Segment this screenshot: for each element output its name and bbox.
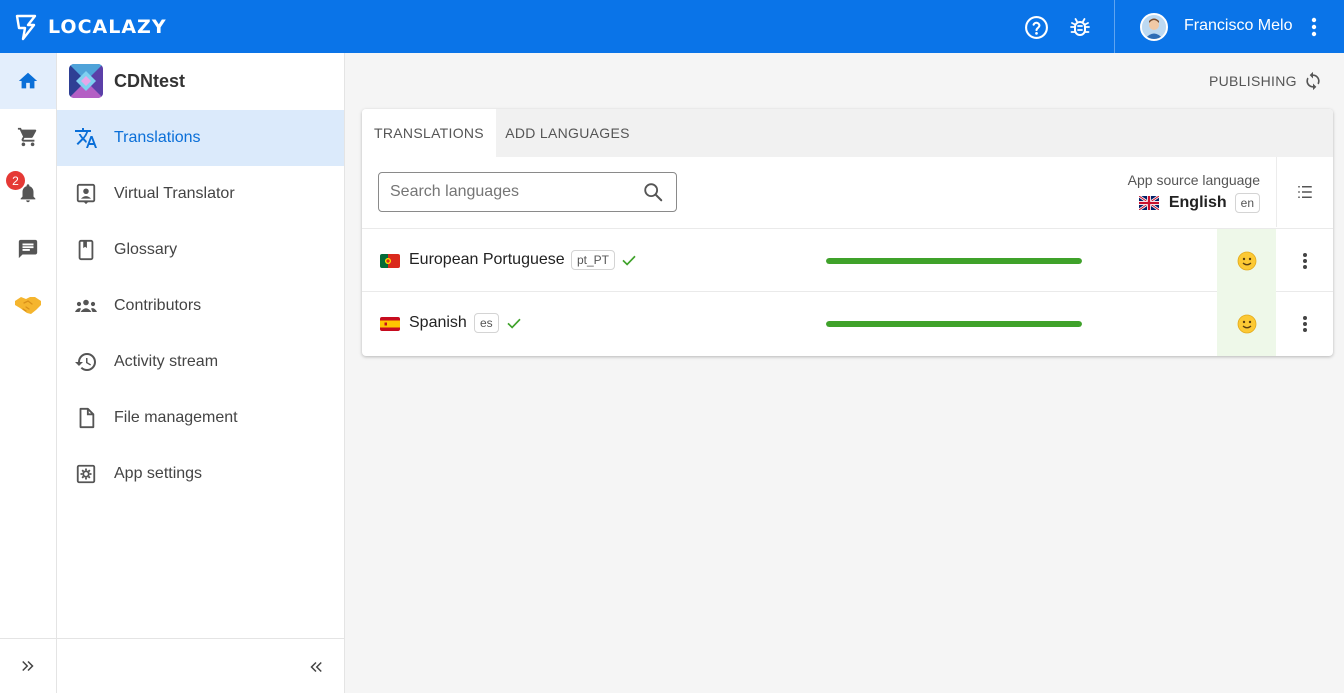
app-header[interactable]: CDNtest bbox=[57, 53, 344, 109]
spain-flag-icon bbox=[380, 317, 400, 331]
search-input[interactable] bbox=[390, 183, 640, 201]
home-icon bbox=[18, 72, 38, 89]
status-cell bbox=[1217, 229, 1276, 293]
virtual-translator-icon bbox=[74, 182, 98, 206]
settings-icon bbox=[74, 462, 98, 486]
app-name: CDNtest bbox=[114, 70, 186, 91]
collapse-nav-button[interactable] bbox=[304, 655, 328, 679]
uk-flag-icon bbox=[1138, 196, 1159, 210]
rail-notifications[interactable]: 2 bbox=[0, 165, 56, 221]
sync-icon bbox=[1306, 71, 1320, 91]
nav-label: Glossary bbox=[114, 241, 178, 258]
row-menu-icon[interactable] bbox=[1294, 249, 1316, 273]
people-icon bbox=[74, 294, 98, 318]
language-code: es bbox=[474, 313, 499, 333]
topbar-divider bbox=[1114, 0, 1115, 53]
source-language-label: App source language bbox=[1127, 172, 1260, 188]
double-chevron-left-icon bbox=[310, 661, 322, 673]
brand-name: LOCALAZY bbox=[48, 16, 167, 38]
languages-card: TRANSLATIONS ADD LANGUAGES App source la… bbox=[362, 109, 1333, 356]
book-icon bbox=[74, 238, 98, 262]
nav-footer bbox=[57, 638, 344, 693]
progress-fill bbox=[826, 321, 1082, 327]
list-icon bbox=[1298, 186, 1312, 198]
progress-fill bbox=[826, 258, 1082, 264]
search-languages-field[interactable] bbox=[378, 172, 677, 212]
nav-label: Virtual Translator bbox=[114, 185, 235, 202]
list-view-button[interactable] bbox=[1276, 157, 1333, 227]
row-menu-icon[interactable] bbox=[1294, 312, 1316, 336]
language-name[interactable]: Spanish bbox=[409, 314, 467, 332]
cart-icon bbox=[17, 127, 37, 147]
source-language-name: English bbox=[1168, 194, 1227, 211]
chat-icon bbox=[18, 239, 38, 259]
app-logo bbox=[69, 64, 103, 98]
progress-bar bbox=[826, 258, 1082, 264]
check-icon bbox=[507, 318, 521, 329]
progress-bar bbox=[826, 321, 1082, 327]
nav-item-virtual-translator[interactable]: Virtual Translator bbox=[57, 166, 344, 222]
nav-item-file-management[interactable]: File management bbox=[57, 390, 344, 446]
user-name[interactable]: Francisco Melo bbox=[1184, 17, 1292, 35]
top-bar: LOCALAZY Francisco Melo bbox=[0, 0, 1344, 53]
translate-icon bbox=[74, 126, 98, 150]
history-icon bbox=[74, 350, 98, 374]
app-navigation: CDNtest Translations Virtual Translator … bbox=[57, 53, 345, 693]
language-row[interactable]: European Portuguese pt_PT bbox=[362, 228, 1333, 293]
nav-label: App settings bbox=[114, 465, 203, 482]
double-chevron-right-icon bbox=[22, 660, 34, 672]
portugal-flag-icon bbox=[380, 254, 400, 268]
localazy-logo[interactable]: LOCALAZY bbox=[14, 12, 167, 42]
notification-badge: 2 bbox=[6, 171, 25, 190]
language-code: pt_PT bbox=[571, 250, 616, 270]
handshake-icon bbox=[15, 297, 41, 314]
check-icon bbox=[622, 255, 636, 266]
status-cell bbox=[1217, 292, 1276, 356]
rail-partners[interactable] bbox=[0, 277, 56, 333]
icon-rail: 2 bbox=[0, 53, 57, 693]
nav-label: Contributors bbox=[114, 297, 202, 314]
file-icon bbox=[74, 406, 98, 430]
expand-rail-button[interactable] bbox=[0, 638, 56, 693]
localazy-logo-icon bbox=[15, 14, 37, 41]
rail-chat[interactable] bbox=[0, 221, 56, 277]
user-menu-icon[interactable] bbox=[1302, 14, 1326, 40]
rail-home[interactable] bbox=[0, 53, 56, 109]
publishing-button[interactable]: PUBLISHING bbox=[1209, 70, 1323, 92]
publishing-label: PUBLISHING bbox=[1209, 73, 1297, 89]
nav-label: Translations bbox=[114, 129, 201, 146]
avatar[interactable] bbox=[1140, 13, 1168, 41]
nav-label: File management bbox=[114, 409, 238, 426]
source-language: English en bbox=[1138, 193, 1260, 213]
rail-marketplace[interactable] bbox=[0, 109, 56, 165]
language-name[interactable]: European Portuguese bbox=[409, 251, 565, 269]
tabs: TRANSLATIONS ADD LANGUAGES bbox=[362, 109, 1333, 157]
nav-item-app-settings[interactable]: App settings bbox=[57, 446, 344, 502]
tab-translations[interactable]: TRANSLATIONS bbox=[362, 109, 496, 157]
nav-label: Activity stream bbox=[114, 353, 219, 370]
smiley-icon bbox=[1237, 251, 1256, 271]
source-language-code: en bbox=[1234, 193, 1260, 213]
bug-icon[interactable] bbox=[1067, 14, 1093, 40]
nav-item-contributors[interactable]: Contributors bbox=[57, 278, 344, 334]
smiley-icon bbox=[1237, 314, 1256, 334]
search-icon[interactable] bbox=[642, 181, 664, 203]
help-icon[interactable] bbox=[1023, 14, 1049, 40]
nav-item-activity-stream[interactable]: Activity stream bbox=[57, 334, 344, 390]
tab-add-languages[interactable]: ADD LANGUAGES bbox=[496, 109, 639, 157]
nav-item-glossary[interactable]: Glossary bbox=[57, 222, 344, 278]
nav-item-translations[interactable]: Translations bbox=[57, 110, 344, 166]
language-row[interactable]: Spanish es bbox=[362, 292, 1333, 356]
